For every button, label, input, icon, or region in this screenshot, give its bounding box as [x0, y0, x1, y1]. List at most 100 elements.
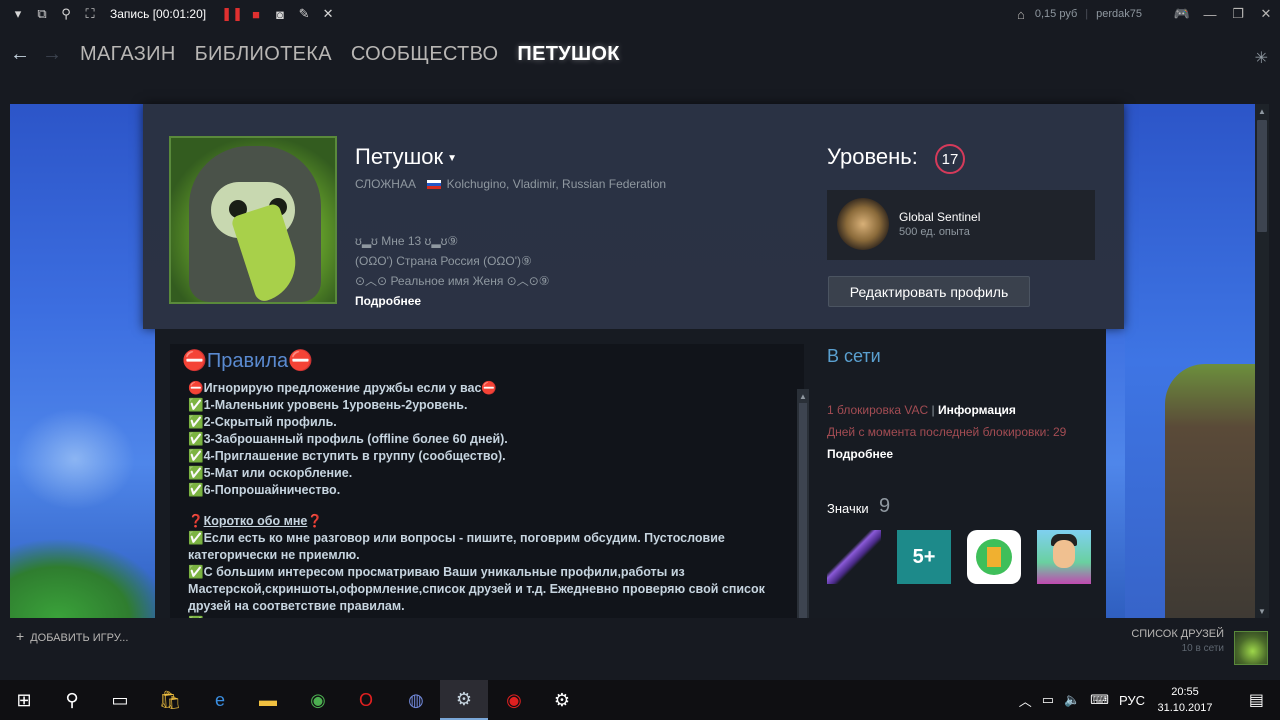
chrome-icon[interactable]: ◉ [294, 680, 342, 720]
search-icon[interactable]: ⚲ [54, 2, 78, 26]
rules-showcase: ⛔Правила⛔ ⛔Игнорирую предложение дружбы … [170, 344, 809, 633]
scroll-up-icon[interactable]: ▲ [1255, 104, 1269, 118]
rules-scroll-thumb[interactable] [799, 403, 807, 633]
vac-status: 1 блокировка VAC | Информация [827, 403, 1016, 417]
maximize-icon[interactable]: ❐ [1224, 0, 1252, 28]
about-line: ✅Если есть ко мне разговор или вопросы -… [188, 530, 780, 564]
recorder-icon[interactable]: ◉ [490, 680, 538, 720]
add-game-button[interactable]: + ДОБАВИТЬ ИГРУ... [16, 628, 128, 644]
stop-icon[interactable]: ■ [244, 2, 268, 26]
summary-line: (ОΩО') Страна Россия (ОΩО')⑨ [355, 254, 532, 268]
nav-profile[interactable]: ПЕТУШОК [517, 43, 619, 66]
nav-community[interactable]: СООБЩЕСТВО [351, 43, 499, 66]
badges-label[interactable]: Значки [827, 501, 869, 516]
check-icon: ✅ [188, 531, 204, 545]
pen-icon[interactable]: ✎ [292, 2, 316, 26]
level-badge[interactable]: 17 [935, 144, 965, 174]
check-icon: ✅ [188, 483, 204, 497]
account-name[interactable]: perdak75 [1096, 8, 1142, 20]
settings-icon[interactable]: ⚙ [538, 680, 586, 720]
question-icon: ❓ [188, 514, 204, 528]
task-view-icon[interactable]: ▭ [96, 680, 144, 720]
featured-badge[interactable]: Global Sentinel 500 ед. опыта [827, 190, 1095, 260]
check-icon: ✅ [188, 398, 204, 412]
scroll-thumb[interactable] [1257, 120, 1267, 232]
global-sentinel-emblem-icon [837, 198, 889, 250]
minimize-icon[interactable]: — [1196, 0, 1224, 28]
background-grass [10, 538, 170, 618]
vac-info-link[interactable]: Информация [938, 403, 1016, 417]
badge-hourglass-icon[interactable] [967, 530, 1021, 584]
discord-icon[interactable]: ◍ [392, 680, 440, 720]
big-picture-icon[interactable]: 🎮 [1168, 0, 1196, 28]
camera-icon[interactable]: ◙ [268, 2, 292, 26]
forward-arrow-icon[interactable]: → [38, 40, 66, 68]
persona-name[interactable]: Петушок ▼ [355, 144, 457, 170]
dropdown-icon[interactable]: ▾ [6, 2, 30, 26]
opera-icon[interactable]: O [342, 680, 390, 720]
pause-icon[interactable]: ❚❚ [220, 2, 244, 26]
edit-profile-button[interactable]: Редактировать профиль [828, 276, 1030, 307]
rules-scrollbar[interactable]: ▲ [797, 389, 809, 633]
title-bar: ▾ ⧉ ⚲ ⛶ Запись [00:01:20] ❚❚ ■ ◙ ✎ ✕ ⌂ 0… [0, 0, 1280, 28]
keyboard-icon[interactable]: ⌨ [1090, 692, 1109, 708]
real-name-location: СЛОЖНАА Kolchugino, Vladimir, Russian Fe… [355, 177, 666, 191]
about-line: ✅С большим интересом просматриваю Ваши у… [188, 564, 780, 615]
wallet-balance[interactable]: 0,15 руб [1035, 8, 1077, 20]
volume-icon[interactable]: 🔈 [1064, 692, 1080, 708]
badges-count[interactable]: 9 [879, 495, 890, 518]
search-icon[interactable]: ⚲ [48, 680, 96, 720]
steam-icon[interactable]: ⚙ [440, 680, 488, 720]
check-icon: ✅ [188, 415, 204, 429]
rules-line-text: 4-Приглашение вступить в группу (сообщес… [203, 449, 506, 463]
summary-more-link[interactable]: Подробнее [355, 294, 421, 308]
loading-spinner-icon: ✳ [1254, 50, 1268, 67]
rules-line: ✅5-Мат или оскорбление. [188, 465, 780, 482]
rules-scroll-up-icon[interactable]: ▲ [797, 389, 809, 403]
check-icon: ✅ [188, 466, 204, 480]
account-separator: | [1085, 8, 1089, 20]
avatar [169, 136, 337, 304]
explorer-icon[interactable]: ▬ [244, 680, 292, 720]
clock[interactable]: 20:55 31.10.2017 [1150, 684, 1220, 716]
page-scrollbar[interactable]: ▲ ▼ [1255, 104, 1269, 618]
rules-line: ✅3-Заброшанный профиль (offline более 60… [188, 431, 780, 448]
about-heading-text: Коротко обо мне [203, 514, 308, 528]
rules-line: ✅4-Приглашение вступить в группу (сообще… [188, 448, 780, 465]
badge-sword-icon[interactable] [827, 530, 881, 584]
level-label: Уровень: [827, 144, 918, 169]
close-icon[interactable]: ✕ [1252, 0, 1280, 28]
scroll-down-icon[interactable]: ▼ [1255, 604, 1269, 618]
question-icon: ❓ [307, 514, 323, 528]
friends-avatar[interactable] [1234, 631, 1268, 665]
window-icon[interactable]: ⧉ [30, 2, 54, 26]
notification-icon[interactable]: ⌂ [1007, 0, 1035, 28]
friends-list-button[interactable]: СПИСОК ДРУЗЕЙ 10 в сети [1131, 628, 1224, 654]
store-icon[interactable]: 🛍 [146, 680, 194, 720]
action-center-icon[interactable]: ▤ [1249, 690, 1264, 710]
rules-line-text: 1-Маленьник уровень 1уровень-2уровень. [203, 398, 468, 412]
about-heading: ❓Коротко обо мне❓ [188, 513, 780, 530]
edge-icon[interactable]: e [196, 680, 244, 720]
crop-icon[interactable]: ⛶ [78, 2, 102, 26]
nav-bar: ← → МАГАЗИН БИБЛИОТЕКА СООБЩЕСТВО ПЕТУШО… [0, 28, 1280, 80]
badge-character-icon[interactable] [1037, 530, 1091, 584]
rules-line: ✅1-Маленьник уровень 1уровень-2уровень. [188, 397, 780, 414]
nav-store[interactable]: МАГАЗИН [80, 43, 176, 66]
no-entry-icon: ⛔ [182, 350, 207, 372]
steam-bottom-bar: + ДОБАВИТЬ ИГРУ... СПИСОК ДРУЗЕЙ 10 в сет… [0, 618, 1280, 680]
language-indicator[interactable]: РУС [1119, 693, 1145, 708]
nav-library[interactable]: БИБЛИОТЕКА [195, 43, 332, 66]
no-entry-icon: ⛔ [288, 350, 314, 372]
windows-start-icon[interactable]: ⊞ [0, 680, 48, 720]
back-arrow-icon[interactable]: ← [6, 40, 34, 68]
check-icon: ✅ [188, 432, 204, 446]
online-status: В сети [827, 346, 881, 366]
vac-more-link[interactable]: Подробнее [827, 447, 893, 461]
chevron-down-icon[interactable]: ▼ [447, 153, 457, 164]
profile-content: ⛔Правила⛔ ⛔Игнорирую предложение дружбы … [155, 329, 1106, 633]
close-recorder-icon[interactable]: ✕ [316, 2, 340, 26]
chevron-up-icon[interactable]: ︿ [1019, 691, 1032, 710]
network-icon[interactable]: ▭ [1042, 692, 1054, 708]
badge-years-icon[interactable]: 5+ [897, 530, 951, 584]
